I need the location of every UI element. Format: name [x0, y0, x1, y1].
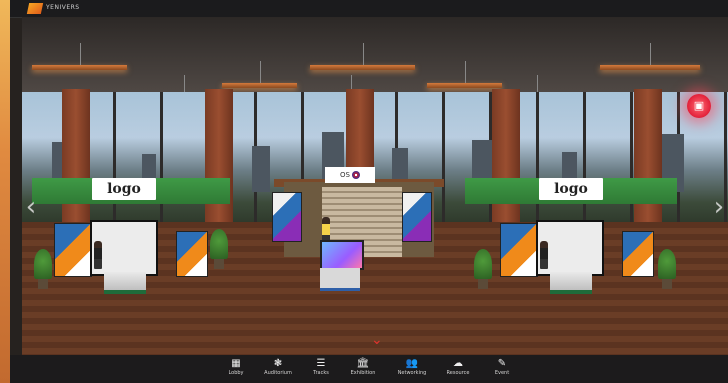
- top-bar: YENIVERS: [10, 0, 728, 18]
- booth-left-poster-2[interactable]: [176, 231, 208, 277]
- nav-networking-label: Networking: [397, 370, 427, 376]
- stage-sign[interactable]: OS: [325, 167, 375, 183]
- booth-left-logo[interactable]: logo: [92, 178, 156, 200]
- grid-icon: ▦: [231, 358, 241, 369]
- people-icon: 👥: [405, 358, 419, 369]
- desktop-background-strip: [0, 0, 10, 383]
- cloud-download-icon: ☁: [453, 358, 463, 369]
- nav-resource[interactable]: ☁ Resource: [436, 358, 480, 377]
- booth-right-attendant: [540, 241, 548, 269]
- virtual-lobby-scene[interactable]: logo OS logo ‹ › ▣ ⌄: [22, 17, 728, 355]
- stage-video-screen[interactable]: [320, 240, 364, 270]
- plant: [474, 249, 492, 289]
- ceiling: [22, 17, 728, 92]
- booth-right-poster[interactable]: [500, 223, 538, 277]
- stage-banner-left[interactable]: [272, 192, 302, 242]
- nav-exhibition[interactable]: 🏛 Exhibition: [341, 358, 385, 377]
- stage-banner-right[interactable]: [402, 192, 432, 242]
- nav-networking[interactable]: 👥 Networking: [390, 358, 434, 377]
- booth-left-logo-text: logo: [107, 181, 141, 197]
- nav-event-label: Event: [494, 370, 510, 376]
- nav-auditorium-label: Auditorium: [264, 370, 292, 376]
- calendar-button[interactable]: ▣: [687, 94, 711, 118]
- booth-left-poster[interactable]: [54, 223, 92, 277]
- pen-icon: ✎: [497, 358, 507, 369]
- ceiling-lamp: [310, 43, 415, 70]
- auditorium-icon: ❃: [273, 358, 283, 369]
- nav-tracks[interactable]: ☰ Tracks: [299, 358, 343, 377]
- booth-right-poster-2[interactable]: [622, 231, 654, 277]
- booth-right-counter[interactable]: [550, 272, 592, 294]
- exhibition-icon: 🏛: [356, 358, 370, 369]
- chevron-down-icon[interactable]: ⌄: [371, 333, 383, 347]
- brand-name: YENIVERS: [46, 4, 80, 11]
- ceiling-lamp: [222, 61, 297, 88]
- plant: [210, 229, 228, 269]
- app-window: YENIVERS logo OS logo ‹ › ▣ ⌄ ▦ Lobby ❃ …: [10, 0, 728, 383]
- ceiling-lamp: [600, 43, 700, 70]
- city-building: [252, 146, 270, 192]
- plant: [34, 249, 52, 289]
- booth-left-counter[interactable]: [104, 272, 146, 294]
- nav-lobby-label: Lobby: [228, 370, 244, 376]
- nav-tracks-label: Tracks: [313, 370, 329, 376]
- calendar-icon: ▣: [693, 99, 705, 112]
- ceiling-lamp: [427, 61, 502, 88]
- booth-right-logo-text: logo: [554, 181, 588, 197]
- booth-right-logo[interactable]: logo: [539, 178, 603, 200]
- nav-event[interactable]: ✎ Event: [480, 358, 524, 377]
- stage-logo-icon: [351, 171, 360, 179]
- stage-sign-text: OS: [340, 171, 350, 179]
- stage-podium: [320, 268, 360, 291]
- nav-resource-label: Resource: [446, 370, 470, 376]
- nav-exhibition-label: Exhibition: [350, 370, 376, 376]
- previous-view-arrow[interactable]: ‹: [24, 187, 38, 227]
- bottom-navigation-bar: ▦ Lobby ❃ Auditorium ☰ Tracks 🏛 Exhibiti…: [10, 355, 728, 383]
- booth-left-attendant: [94, 241, 102, 269]
- plant: [658, 249, 676, 289]
- brand-logo-icon: [26, 3, 44, 14]
- next-view-arrow[interactable]: ›: [712, 187, 726, 227]
- ceiling-lamp: [32, 43, 127, 70]
- list-icon: ☰: [316, 358, 326, 369]
- nav-lobby[interactable]: ▦ Lobby: [214, 358, 258, 377]
- nav-auditorium[interactable]: ❃ Auditorium: [256, 358, 300, 377]
